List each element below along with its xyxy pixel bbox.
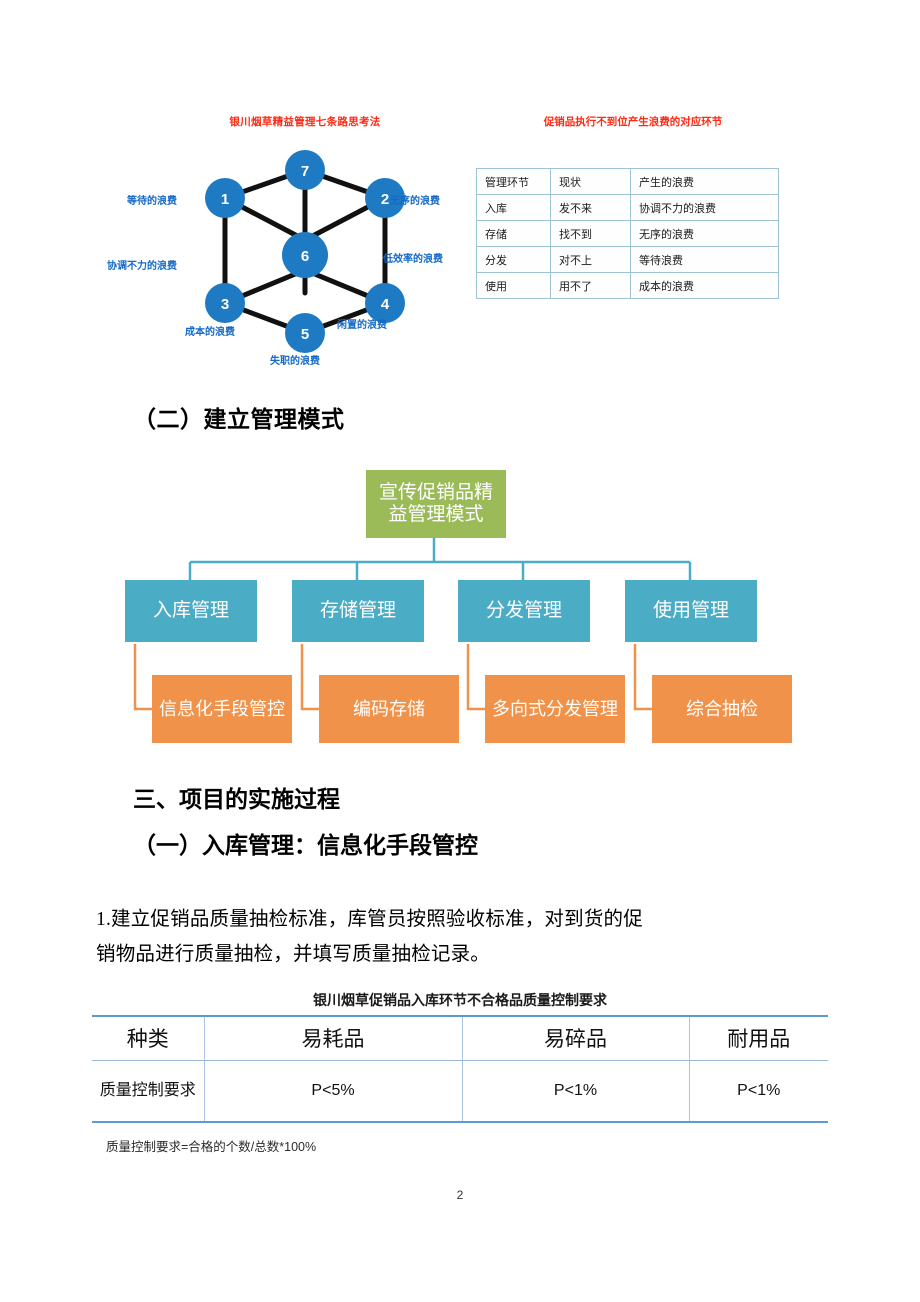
org-bottom-box-3: 多向式分发管理: [485, 675, 625, 743]
table-row: 存储 找不到 无序的浪费: [476, 220, 779, 247]
org-bottom-label-1: 信息化手段管控: [159, 698, 285, 719]
cell-status: 用不了: [550, 272, 631, 299]
section-heading-er: （二）建立管理模式: [133, 407, 345, 432]
org-bottom-box-4: 综合抽检: [652, 675, 792, 743]
heptagon-title: 银川烟草精益管理七条路思考法: [229, 116, 381, 128]
quality-control-formula-note: 质量控制要求=合格的个数/总数*100%: [106, 1140, 317, 1154]
org-bottom-label-3: 多向式分发管理: [492, 698, 618, 719]
node-label-2: 2: [381, 191, 389, 208]
waste-mapping-table: 管理环节 现状 产生的浪费 入库 发不来 协调不力的浪费 存储 找不到 无序的浪…: [476, 168, 779, 299]
node-label-4: 4: [381, 296, 390, 313]
page-number: 2: [456, 1188, 464, 1202]
cell-status: 发不来: [550, 194, 631, 221]
cell-header-status: 现状: [550, 168, 631, 195]
cell-link: 入库: [476, 194, 551, 221]
heptagon-diagram: 银川烟草精益管理七条路思考法 7 1 2 6 3 4 5 等待的浪费 无序的浪费…: [107, 96, 475, 376]
org-chart: 宣传促销品精益管理模式 入库管理 存储管理 分发管理 使用管理 信息化手段管控 …: [0, 462, 920, 752]
cell-link: 分发: [476, 246, 551, 273]
label-idle-waste: 闲置的浪费: [337, 320, 387, 331]
cell-waste: 协调不力的浪费: [630, 194, 779, 221]
node-label-5: 5: [301, 326, 309, 343]
quality-control-table: 种类 易耗品 易碎品 耐用品 质量控制要求 P<5% P<1% P<1%: [92, 1015, 828, 1123]
org-root-box: 宣传促销品精益管理模式: [366, 470, 506, 538]
table-row: 质量控制要求 P<5% P<1% P<1%: [92, 1059, 828, 1123]
cell-waste: 无序的浪费: [630, 220, 779, 247]
org-top-box-1: 入库管理: [125, 580, 257, 642]
body-paragraph-line-2: 销物品进行质量抽检，并填写质量抽检记录。: [96, 944, 491, 965]
table-row: 种类 易耗品 易碎品 耐用品: [92, 1015, 828, 1061]
org-top-label-3: 分发管理: [485, 600, 562, 622]
heptagon-graph: 7 1 2 6 3 4 5 等待的浪费 无序的浪费 协调不力的浪费 低效率的浪费…: [107, 130, 475, 370]
table-row: 管理环节 现状 产生的浪费: [476, 168, 779, 195]
cell-header-fragile: 易碎品: [461, 1015, 690, 1061]
waste-mapping-title: 促销品执行不到位产生浪费的对应环节: [543, 116, 723, 128]
section-heading-yi: （一）入库管理：信息化手段管控: [133, 833, 478, 858]
node-label-7: 7: [301, 163, 309, 180]
node-label-3: 3: [221, 296, 229, 313]
org-root-label: 宣传促销品精益管理模式: [378, 482, 493, 525]
cell-header-consumable: 易耗品: [203, 1015, 463, 1061]
cell-status: 找不到: [550, 220, 631, 247]
cell-header-waste: 产生的浪费: [630, 168, 779, 195]
label-coordination-waste: 协调不力的浪费: [107, 261, 177, 272]
node-label-6: 6: [301, 248, 309, 265]
node-label-1: 1: [221, 191, 229, 208]
quality-control-table-title: 银川烟草促销品入库环节不合格品质量控制要求: [313, 992, 607, 1008]
org-top-label-4: 使用管理: [652, 600, 729, 622]
cell-row-label: 质量控制要求: [92, 1059, 205, 1123]
table-row: 使用 用不了 成本的浪费: [476, 272, 779, 299]
org-top-box-4: 使用管理: [625, 580, 757, 642]
cell-header-category: 种类: [92, 1015, 205, 1061]
body-paragraph-line-1: 1.建立促销品质量抽检标准，库管员按照验收标准，对到货的促: [96, 909, 643, 930]
quality-control-table-block: 银川烟草促销品入库环节不合格品质量控制要求 种类 易耗品 易碎品 耐用品 质量控…: [92, 990, 828, 1155]
org-bottom-label-4: 综合抽检: [686, 698, 758, 719]
cell-value-fragile: P<1%: [461, 1059, 690, 1123]
label-dereliction-waste: 失职的浪费: [270, 356, 320, 367]
label-waiting-waste: 等待的浪费: [127, 196, 177, 207]
cell-link: 使用: [476, 272, 551, 299]
section-heading-san: 三、项目的实施过程: [133, 787, 340, 812]
table-row: 分发 对不上 等待浪费: [476, 246, 779, 273]
cell-header-durable: 耐用品: [688, 1015, 828, 1061]
cell-header-link: 管理环节: [476, 168, 551, 195]
waste-mapping-panel: 促销品执行不到位产生浪费的对应环节 管理环节 现状 产生的浪费 入库 发不来 协…: [468, 96, 808, 376]
label-cost-waste: 成本的浪费: [185, 327, 235, 338]
org-top-label-2: 存储管理: [319, 600, 396, 622]
cell-status: 对不上: [550, 246, 631, 273]
org-bottom-label-2: 编码存储: [353, 698, 425, 719]
cell-value-consumable: P<5%: [203, 1059, 463, 1123]
cell-waste: 等待浪费: [630, 246, 779, 273]
label-disorder-waste: 无序的浪费: [390, 196, 440, 207]
cell-value-durable: P<1%: [688, 1059, 828, 1123]
org-bottom-box-2: 编码存储: [319, 675, 459, 743]
document-page: 银川烟草精益管理七条路思考法 7 1 2 6 3 4 5 等待的浪费 无序的浪费…: [0, 0, 920, 1302]
label-inefficiency-waste: 低效率的浪费: [383, 254, 443, 265]
connector-top-group: [188, 537, 692, 580]
cell-link: 存储: [476, 220, 551, 247]
org-top-box-2: 存储管理: [292, 580, 424, 642]
org-bottom-box-1: 信息化手段管控: [152, 675, 292, 743]
org-top-label-1: 入库管理: [152, 600, 229, 622]
org-top-box-3: 分发管理: [458, 580, 590, 642]
cell-waste: 成本的浪费: [630, 272, 779, 299]
figure-waste-analysis: 银川烟草精益管理七条路思考法 7 1 2 6 3 4 5 等待的浪费 无序的浪费…: [0, 96, 920, 386]
table-row: 入库 发不来 协调不力的浪费: [476, 194, 779, 221]
